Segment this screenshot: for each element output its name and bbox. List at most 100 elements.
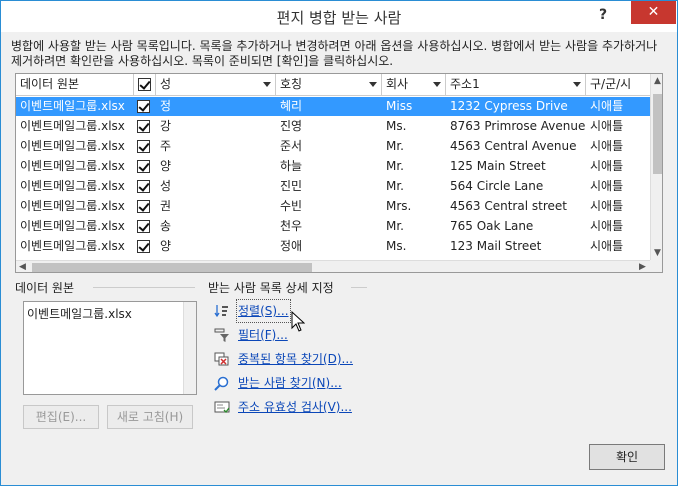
scroll-corner [650,260,662,272]
cell-title: Mr. [386,219,404,233]
scroll-right-icon[interactable]: ▶ [636,260,649,272]
refresh-button[interactable]: 새로 고침(H) [107,405,193,429]
column-header-check[interactable] [134,74,156,96]
title-bar: 편지 병합 받는 사람 ? ✕ [1,1,677,32]
dialog-title: 편지 병합 받는 사람 [276,9,402,27]
cell-source: 이벤트메일그룹.xlsx [20,159,125,173]
chevron-down-icon[interactable] [573,82,581,87]
table-row[interactable]: 이벤트메일그룹.xlsx 양 하늘 Mr. 125 Main Street 시애틀 [16,157,650,176]
cell-first: 진영 [280,119,303,133]
cell-source: 이벤트메일그룹.xlsx [20,119,125,133]
help-button[interactable]: ? [591,4,615,26]
vertical-scrollbar[interactable] [183,302,196,394]
edit-button[interactable]: 편집(E)... [23,405,99,429]
column-header-first[interactable]: 호칭 [276,74,382,96]
cell-source: 이벤트메일그룹.xlsx [20,199,125,213]
list-item[interactable]: 이벤트메일그룹.xlsx [27,305,132,322]
table-row[interactable]: 이벤트메일그룹.xlsx 양 정애 Ms. 123 Mail Street 시애틀 [16,237,650,256]
horizontal-scrollbar[interactable]: ◀ ▶ [16,260,650,272]
cell-address: 4563 Central street [450,199,567,213]
include-checkbox[interactable] [137,240,150,253]
cell-title: Ms. [386,239,407,253]
grid-rows: 이벤트메일그룹.xlsx 정 혜리 Miss 1232 Cypress Drive 시애틀… [16,96,650,260]
divider [351,287,367,288]
cell-title: Miss [386,99,413,113]
include-checkbox[interactable] [137,180,150,193]
cell-source: 이벤트메일그룹.xlsx [20,179,125,193]
cell-last: 정 [160,99,172,113]
include-checkbox[interactable] [137,220,150,233]
cell-last: 양 [160,159,172,173]
scroll-thumb[interactable] [653,94,662,174]
recipient-grid[interactable]: 데이터 원본 성 호칭 회사 주소1 구/군/시 이벤트메일그룹.xlsx 정 혜리… [15,73,663,273]
table-row[interactable]: 이벤트메일그룹.xlsx 강 진영 Ms. 8763 Primrose Avenue 시애… [16,117,650,136]
find-recipient-icon [214,376,229,391]
close-button[interactable]: ✕ [631,1,676,24]
mail-merge-recipients-dialog: 편지 병합 받는 사람 ? ✕ 병합에 사용할 받는 사람 목록입니다. 목록을… [0,0,678,486]
scroll-thumb[interactable] [32,263,312,272]
scroll-left-icon[interactable]: ◀ [16,260,29,272]
cell-city: 시애틀 [590,139,624,153]
cell-title: Mrs. [386,199,412,213]
mouse-cursor-icon [291,311,305,332]
cell-address: 8763 Primrose Avenue [450,119,586,133]
column-header-last[interactable]: 성 [156,74,276,96]
cell-city: 시애틀 [590,239,624,253]
cell-last: 성 [160,179,172,193]
column-header-title[interactable]: 회사 [382,74,446,96]
cell-first: 혜리 [280,99,303,113]
cell-last: 주 [160,139,172,153]
cell-address: 125 Main Street [450,159,546,173]
sort-icon [214,305,228,318]
cell-last: 양 [160,239,172,253]
cell-city: 시애틀 [590,159,624,173]
select-all-checkbox[interactable] [138,78,151,91]
scroll-down-icon[interactable]: ▼ [651,246,662,260]
cell-title: Mr. [386,179,404,193]
cell-city: 시애틀 [590,199,624,213]
chevron-down-icon[interactable] [369,82,377,87]
include-checkbox[interactable] [137,120,150,133]
include-checkbox[interactable] [137,100,150,113]
cell-first: 정애 [280,239,303,253]
column-header-city[interactable]: 구/군/시 [586,74,650,96]
scroll-up-icon[interactable]: ▲ [651,74,662,88]
cell-last: 송 [160,219,172,233]
cell-title: Mr. [386,159,404,173]
include-checkbox[interactable] [137,140,150,153]
cell-last: 강 [160,119,172,133]
vertical-scrollbar[interactable]: ▲ ▼ [650,74,662,260]
table-row[interactable]: 이벤트메일그룹.xlsx 정 혜리 Miss 1232 Cypress Drive 시애틀 [16,97,650,116]
include-checkbox[interactable] [137,160,150,173]
data-source-list[interactable]: 이벤트메일그룹.xlsx [23,301,197,395]
table-row[interactable]: 이벤트메일그룹.xlsx 권 수빈 Mrs. 4563 Central street 시애… [16,197,650,216]
include-checkbox[interactable] [137,200,150,213]
cell-address: 765 Oak Lane [450,219,534,233]
grid-header: 데이터 원본 성 호칭 회사 주소1 구/군/시 [16,74,650,96]
cell-first: 수빈 [280,199,303,213]
dialog-description: 병합에 사용할 받는 사람 목록입니다. 목록을 추가하거나 변경하려면 아래 … [11,39,658,68]
cell-first: 천우 [280,219,303,233]
table-row[interactable]: 이벤트메일그룹.xlsx 성 진민 Mr. 564 Circle Lane 시애틀 [16,177,650,196]
column-header-source[interactable]: 데이터 원본 [16,74,134,96]
cell-city: 시애틀 [590,219,624,233]
cell-source: 이벤트메일그룹.xlsx [20,219,125,233]
cell-first: 진민 [280,179,303,193]
cell-city: 시애틀 [590,99,624,113]
table-row[interactable]: 이벤트메일그룹.xlsx 송 천우 Mr. 765 Oak Lane 시애틀 [16,217,650,236]
table-row[interactable]: 이벤트메일그룹.xlsx 주 준서 Mr. 4563 Central Avenue 시애틀 [16,137,650,156]
filter-icon [214,328,229,342]
data-source-label: 데이터 원본 [15,281,75,295]
cell-first: 하늘 [280,159,303,173]
column-header-address[interactable]: 주소1 [446,74,586,96]
cell-address: 123 Mail Street [450,239,542,253]
cell-source: 이벤트메일그룹.xlsx [20,139,125,153]
chevron-down-icon[interactable] [263,82,271,87]
cell-address: 1232 Cypress Drive [450,99,568,113]
ok-button[interactable]: 확인 [589,444,665,470]
validate-address-icon [214,401,230,413]
cell-source: 이벤트메일그룹.xlsx [20,239,125,253]
chevron-down-icon[interactable] [433,82,441,87]
refine-list-label: 받는 사람 목록 상세 지정 [208,281,334,295]
cell-title: Mr. [386,139,404,153]
